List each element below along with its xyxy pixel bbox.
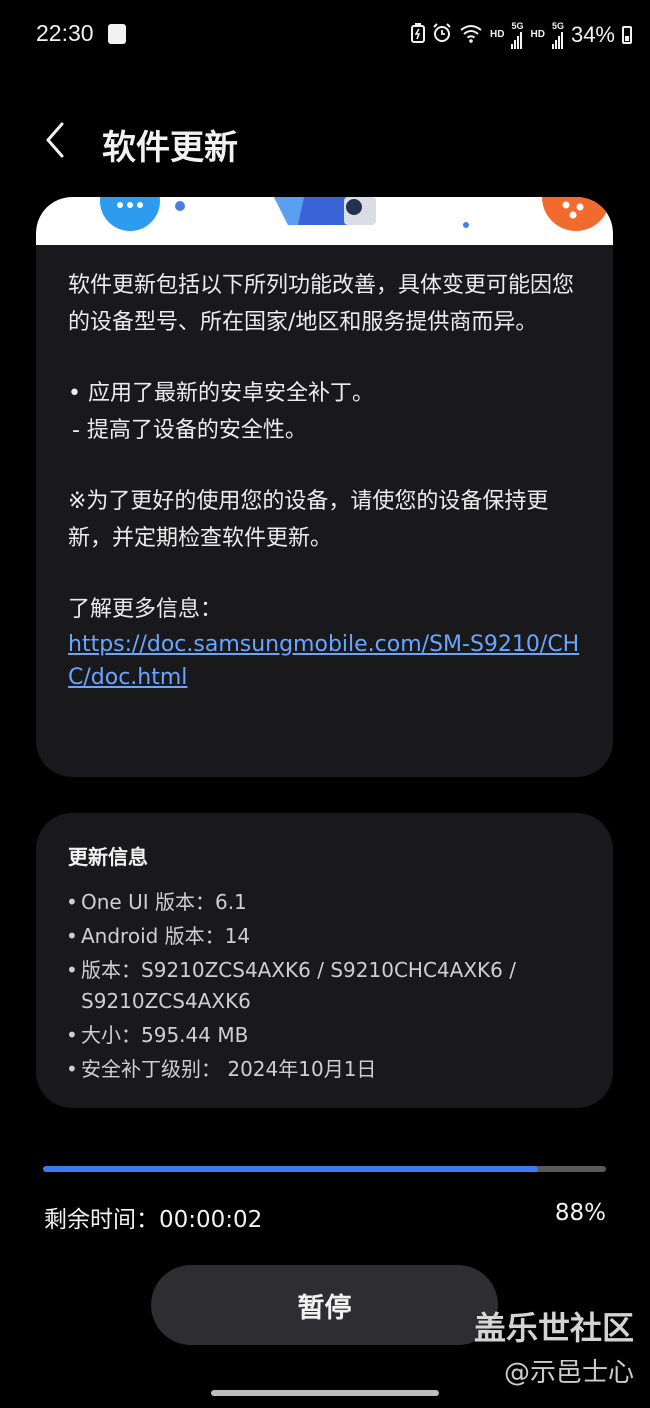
more-info-label: 了解更多信息： xyxy=(68,597,223,622)
wifi-icon xyxy=(459,23,483,47)
update-info-title: 更新信息 xyxy=(68,845,148,869)
chevron-left-icon xyxy=(46,122,64,158)
remaining-time: 剩余时间：00:00:02 xyxy=(44,1207,263,1233)
download-progress-fill xyxy=(43,1166,539,1172)
info-build-version: 版本：S9210ZCS4AXK6 / S9210CHC4AXK6 / S9210… xyxy=(66,955,596,1017)
info-size: 大小：595.44 MB xyxy=(66,1020,596,1051)
signal-icon: 5G xyxy=(511,21,523,49)
network-5g-label-2: 5G xyxy=(551,21,564,31)
battery-icon xyxy=(622,26,632,44)
release-notes-note: ※为了更好的使用您的设备，请使您的设备保持更新，并定期检查软件更新。 xyxy=(68,489,549,551)
watermark-site: 盖乐世社区 xyxy=(473,1309,634,1347)
status-time: 22:30 xyxy=(36,20,94,46)
progress-percent: 88% xyxy=(554,1200,606,1226)
release-notes-body: 软件更新包括以下所列功能改善，具体变更可能因您的设备型号、所在国家/地区和服务提… xyxy=(68,267,588,694)
info-security-patch: 安全补丁级别： 2024年10月1日 xyxy=(66,1054,596,1085)
update-info-list: One UI 版本：6.1 Android 版本：14 版本：S9210ZCS4… xyxy=(66,887,596,1088)
info-android-version: Android 版本：14 xyxy=(66,921,596,952)
feature-illustration xyxy=(36,197,613,245)
page-title: 软件更新 xyxy=(102,128,238,168)
app-header: 软件更新 xyxy=(0,100,650,184)
signal-icon-2: 5G xyxy=(551,21,564,49)
battery-saver-icon xyxy=(411,23,426,47)
update-info-card: 更新信息 One UI 版本：6.1 Android 版本：14 版本：S921… xyxy=(36,813,613,1108)
release-notes-sub-bullet: - 提高了设备的安全性。 xyxy=(72,418,307,443)
network-5g-label: 5G xyxy=(511,21,524,31)
app-notification-icon xyxy=(108,24,126,44)
back-button[interactable] xyxy=(36,118,76,162)
release-notes-intro: 软件更新包括以下所列功能改善，具体变更可能因您的设备型号、所在国家/地区和服务提… xyxy=(68,273,575,335)
release-notes-link[interactable]: https://doc.samsungmobile.com/SM-S9210/C… xyxy=(68,628,588,694)
status-bar: 22:30 HD 5G HD 5G 34% xyxy=(0,0,650,70)
battery-percent: 34% xyxy=(570,22,615,47)
alarm-icon xyxy=(432,23,452,47)
pause-button[interactable]: 暂停 xyxy=(151,1265,498,1345)
network-hd-label: HD xyxy=(490,29,505,40)
network-hd-label-2: HD xyxy=(530,29,545,40)
watermark-user: @示邑士心 xyxy=(503,1358,634,1388)
download-progress-bar xyxy=(43,1166,606,1172)
info-one-ui-version: One UI 版本：6.1 xyxy=(66,887,596,918)
release-notes-bullet: • 应用了最新的安卓安全补丁。 xyxy=(68,381,374,406)
status-icons: HD 5G HD 5G 34% xyxy=(411,20,632,50)
release-notes-card: 软件更新包括以下所列功能改善，具体变更可能因您的设备型号、所在国家/地区和服务提… xyxy=(36,197,613,777)
home-gesture-bar[interactable] xyxy=(211,1390,439,1396)
